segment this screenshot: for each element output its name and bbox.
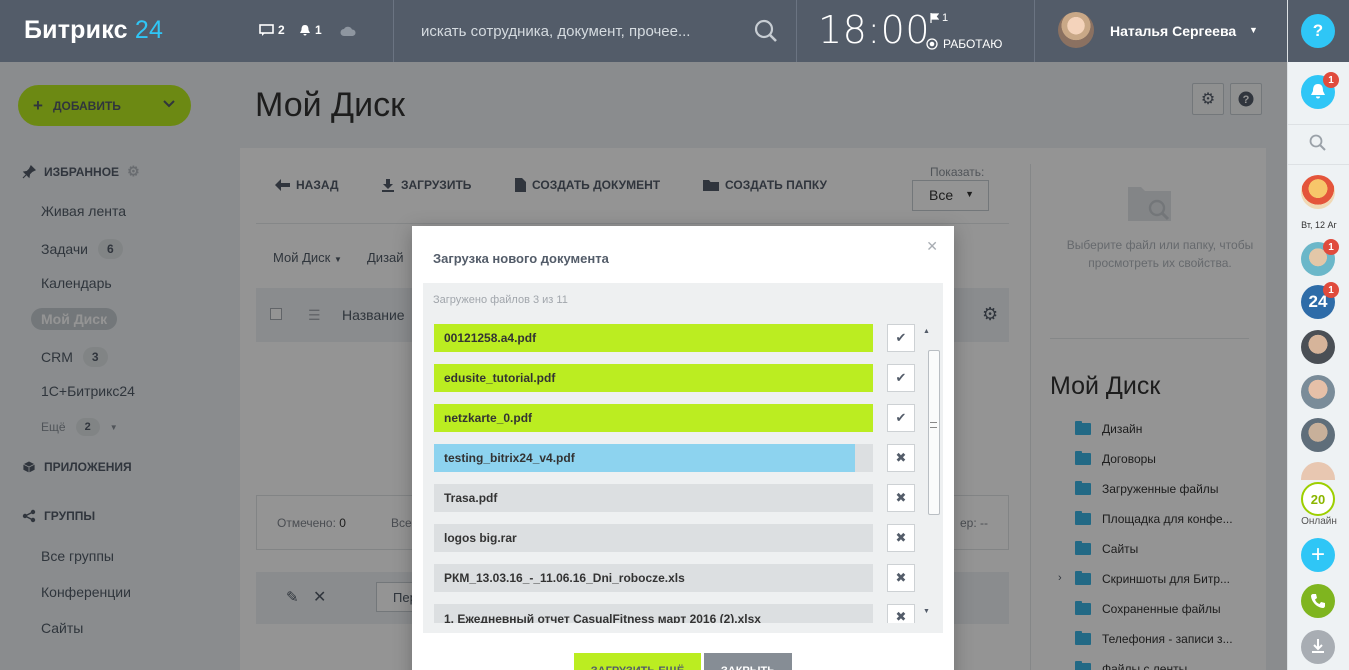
scroll-down-arrow[interactable]: ▼: [923, 608, 930, 615]
work-status[interactable]: РАБОТАЮ: [926, 37, 1002, 51]
divider: [1288, 164, 1349, 165]
messages-counter[interactable]: 2: [259, 23, 285, 37]
rail-top: ?: [1288, 0, 1349, 62]
divider: [1034, 0, 1035, 62]
chat-icon: [259, 24, 274, 36]
check-icon: ✔: [895, 370, 907, 385]
flag-counter[interactable]: 1: [930, 12, 948, 24]
done-check-button[interactable]: ✔: [887, 324, 915, 352]
contact-avatar[interactable]: [1301, 462, 1335, 480]
upload-progress-text: Загружено файлов 3 из 11: [433, 294, 568, 306]
upload-dialog: Загрузка нового документа ✕ Загружено фа…: [412, 226, 954, 670]
file-row: 00121258.a4.pdf: [434, 324, 873, 352]
unread-badge: 1: [1323, 282, 1339, 298]
phone-icon: [1311, 594, 1325, 608]
file-name: edusite_tutorial.pdf: [444, 371, 556, 385]
file-row: netzkarte_0.pdf: [434, 404, 873, 432]
user-name[interactable]: Наталья Сергеева: [1110, 23, 1236, 39]
upload-more-button[interactable]: ЗАГРУЗИТЬ ЕЩЁ: [574, 653, 701, 670]
close-icon: ✖: [895, 530, 907, 545]
file-row: logos big.rar: [434, 524, 873, 552]
scroll-grip-icon: [930, 422, 937, 428]
cancel-upload-button[interactable]: ✖: [887, 604, 915, 624]
done-check-button[interactable]: ✔: [887, 364, 915, 392]
file-row: testing_bitrix24_v4.pdf: [434, 444, 873, 472]
close-icon[interactable]: ✕: [926, 238, 938, 255]
done-check-button[interactable]: ✔: [887, 404, 915, 432]
file-name: РКМ_13.03.16_-_11.06.16_Dni_robocze.xls: [444, 571, 685, 585]
plus-icon: +: [1310, 541, 1325, 568]
close-icon: ✖: [895, 609, 907, 624]
clock-time[interactable]: 18:00: [818, 8, 930, 52]
download-icon: [1312, 639, 1324, 653]
add-chat-button[interactable]: +: [1301, 538, 1335, 572]
contact-avatar[interactable]: [1301, 330, 1335, 364]
cancel-upload-button[interactable]: ✖: [887, 564, 915, 592]
divider: [796, 0, 797, 62]
file-row: Trasa.pdf: [434, 484, 873, 512]
file-name: logos big.rar: [444, 531, 517, 545]
record-icon: [926, 38, 938, 50]
scrollbar-thumb[interactable]: [928, 350, 940, 515]
close-icon: ✖: [895, 490, 907, 505]
file-name: 1. Ежедневный отчет CasualFitness март 2…: [444, 612, 761, 623]
notifications-button[interactable]: 1: [1301, 72, 1339, 109]
contact-avatar[interactable]: [1301, 375, 1335, 409]
user-avatar[interactable]: [1058, 12, 1094, 48]
notifications-counter[interactable]: 1: [299, 23, 322, 37]
file-row: edusite_tutorial.pdf: [434, 364, 873, 392]
cancel-upload-button[interactable]: ✖: [887, 524, 915, 552]
help-button[interactable]: ?: [1301, 14, 1335, 48]
file-row: 1. Ежедневный отчет CasualFitness март 2…: [434, 604, 873, 623]
download-button[interactable]: [1301, 630, 1335, 664]
close-icon: ✖: [895, 570, 907, 585]
file-name: 00121258.a4.pdf: [444, 331, 537, 345]
file-name: Trasa.pdf: [444, 491, 498, 505]
scrollbar[interactable]: [927, 340, 940, 620]
top-header: Битрикс 24 2 1 18:00 1 РАБОТАЮ Наталья С…: [0, 0, 1287, 62]
divider: [1288, 124, 1349, 125]
search-input[interactable]: [409, 14, 749, 48]
contact-avatar[interactable]: 1: [1301, 239, 1339, 276]
close-button[interactable]: ЗАКРЫТЬ: [704, 653, 792, 670]
online-counter[interactable]: 20: [1301, 482, 1335, 516]
search-icon[interactable]: [1309, 134, 1327, 157]
file-name: netzkarte_0.pdf: [444, 411, 533, 425]
cancel-upload-button[interactable]: ✖: [887, 484, 915, 512]
phone-button[interactable]: [1301, 584, 1335, 618]
bell-icon: [300, 24, 310, 35]
check-icon: ✔: [895, 410, 907, 425]
flag-icon: [930, 13, 939, 23]
file-name: testing_bitrix24_v4.pdf: [444, 451, 575, 465]
rail-date: Вт, 12 Аг: [1301, 220, 1337, 230]
dialog-title: Загрузка нового документа: [433, 251, 609, 266]
cancel-upload-button[interactable]: ✖: [887, 444, 915, 472]
contact-avatar[interactable]: [1301, 175, 1335, 209]
scroll-up-arrow[interactable]: ▲: [923, 328, 930, 335]
online-label: Онлайн: [1301, 516, 1337, 527]
right-rail: ? 1 Вт, 12 Аг 1 24 1 20 Онлайн +: [1287, 0, 1349, 670]
search-icon[interactable]: [754, 19, 778, 48]
logo[interactable]: Битрикс 24: [24, 16, 163, 45]
unread-badge: 1: [1323, 239, 1339, 255]
check-icon: ✔: [895, 330, 907, 345]
divider: [393, 0, 394, 62]
file-row: РКМ_13.03.16_-_11.06.16_Dni_robocze.xls: [434, 564, 873, 592]
bitrix24-chat-button[interactable]: 24 1: [1301, 282, 1339, 319]
chevron-down-icon[interactable]: ▼: [1249, 25, 1258, 35]
close-icon: ✖: [895, 450, 907, 465]
contact-avatar[interactable]: [1301, 418, 1335, 452]
upload-list-panel: Загружено файлов 3 из 11 00121258.a4.pdf…: [423, 283, 943, 633]
notification-badge: 1: [1323, 72, 1339, 88]
cloud-icon[interactable]: [340, 24, 356, 42]
